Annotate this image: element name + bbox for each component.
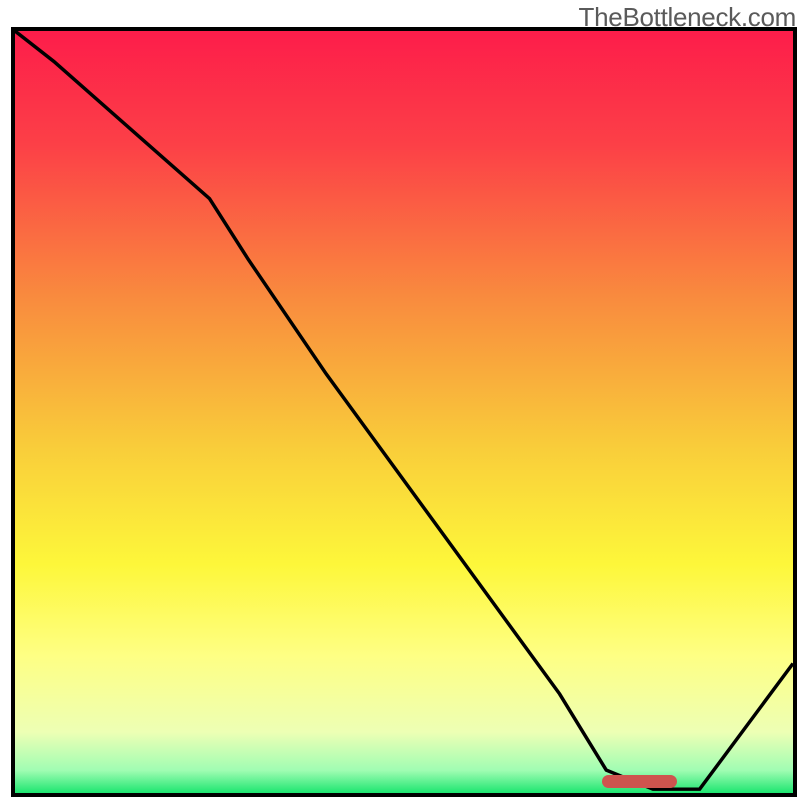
watermark-text: TheBottleneck.com [579, 2, 796, 33]
curve-path [15, 31, 793, 789]
plot-area [11, 27, 797, 797]
bottleneck-curve [15, 31, 793, 793]
optimal-marker [602, 775, 677, 788]
chart-container: TheBottleneck.com [0, 0, 800, 800]
